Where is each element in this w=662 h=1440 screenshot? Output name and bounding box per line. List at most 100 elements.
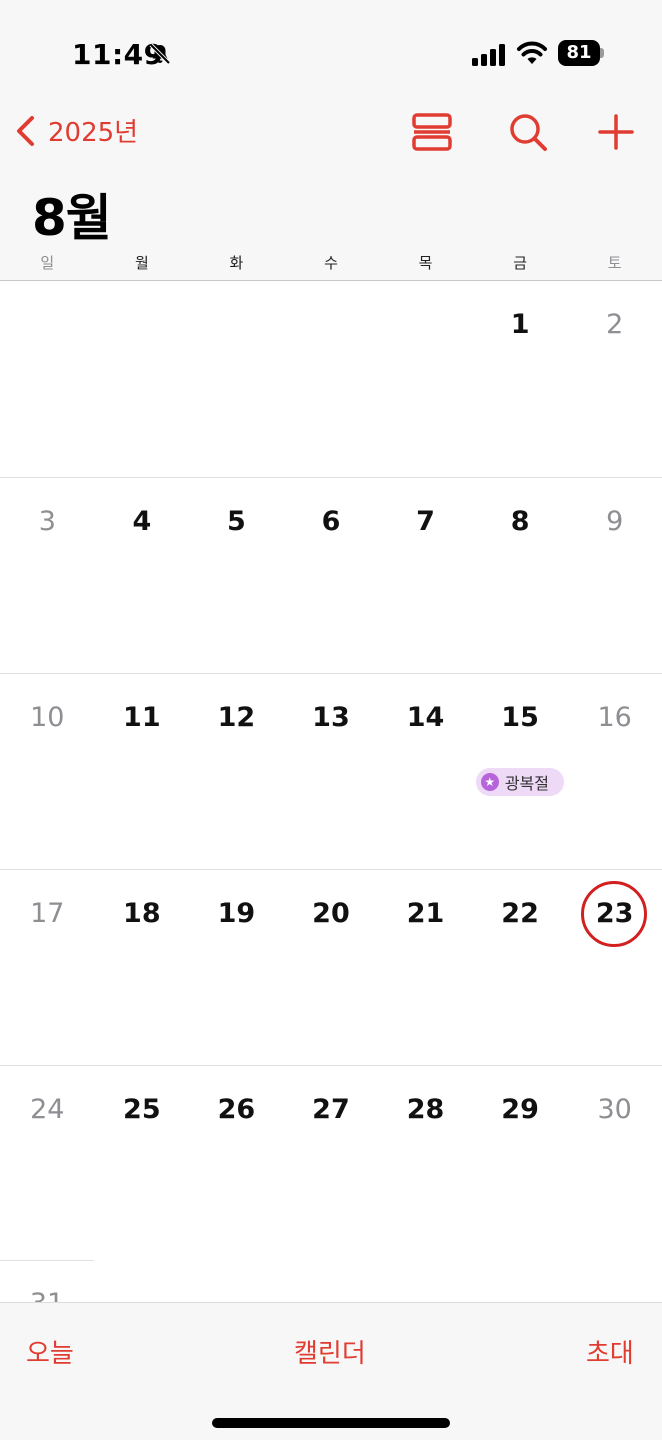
day-cell[interactable]: 6 [284,478,379,673]
day-number: 17 [30,898,65,929]
weekday-label: 화 [229,254,244,272]
day-cell[interactable]: 26 [189,1066,284,1261]
day-cell[interactable]: 13 [284,674,379,869]
weekday-label: 토 [607,254,622,272]
bell-slash-icon [149,43,171,65]
day-number: 8 [510,506,530,537]
list-view-icon[interactable] [410,110,454,154]
day-cell[interactable]: 15 ★ 광복절 [473,674,568,869]
weekday-label: 월 [134,254,149,272]
invitations-button[interactable]: 초대 [586,1333,634,1370]
day-cell[interactable]: 4 [95,478,190,673]
event-pill[interactable]: ★ 광복절 [475,768,564,796]
day-number: 25 [123,1094,161,1125]
weekday-header: 일 월 화 수 목 금 토 [0,252,662,280]
week-row: 24 25 26 27 28 29 30 [0,1065,662,1261]
day-cell[interactable]: 9 [567,478,662,673]
day-cell[interactable] [0,281,95,477]
day-number: 3 [38,506,56,537]
day-number: 24 [30,1094,65,1125]
day-number: 12 [217,702,256,733]
chevron-left-icon [17,115,34,146]
day-cell[interactable]: 7 [378,478,473,673]
day-cell[interactable]: 20 [284,870,379,1065]
day-number: 13 [312,702,350,733]
day-cell[interactable] [189,281,284,477]
day-cell[interactable]: 16 [567,674,662,869]
day-number: 7 [416,506,435,537]
day-cell[interactable]: 22 [473,870,568,1065]
day-cell[interactable]: 3 [0,478,95,673]
header-area: 11:49 81 2025년 8월 일 월 화 수 목 금 토 [0,0,662,281]
wifi-icon [517,41,547,64]
day-cell[interactable]: 19 [189,870,284,1065]
day-number: 28 [406,1094,445,1125]
home-indicator[interactable] [212,1418,450,1428]
day-number-partial[interactable]: 31 [0,1282,94,1302]
day-cell[interactable]: 10 [0,674,95,869]
search-icon[interactable] [506,110,550,154]
battery-icon: 81 [558,40,604,66]
day-number: 6 [321,506,341,537]
day-cell[interactable]: 18 [95,870,190,1065]
weekday-label: 수 [324,254,338,272]
weekday-label: 일 [40,254,55,272]
day-cell[interactable]: 1 [473,281,568,477]
day-number: 4 [132,506,152,537]
day-number-today: 23 [595,898,634,929]
day-cell[interactable] [95,281,190,477]
calendars-button[interactable]: 캘린더 [294,1333,366,1370]
cellular-signal-icon [472,44,505,66]
day-cell[interactable]: 24 [0,1066,95,1261]
day-number: 16 [597,702,632,733]
day-cell[interactable]: 30 [567,1066,662,1261]
day-number: 26 [217,1094,256,1125]
day-cell[interactable]: 29 [473,1066,568,1261]
day-number: 9 [606,506,624,537]
day-number: 21 [406,898,445,929]
day-cell[interactable]: 25 [95,1066,190,1261]
day-cell[interactable]: 27 [284,1066,379,1261]
day-number: 30 [597,1094,632,1125]
event-title: 광복절 [504,774,549,793]
day-cell[interactable] [378,281,473,477]
day-number: 5 [227,506,246,537]
day-cell[interactable]: 2 [567,281,662,477]
weekday-label: 목 [418,254,433,272]
day-number: 11 [123,702,161,733]
day-cell[interactable]: 14 [378,674,473,869]
battery-level: 81 [566,42,592,63]
weekday-label: 금 [513,254,527,272]
day-cell-today[interactable]: 23 [567,870,662,1065]
day-number: 15 [501,702,539,733]
day-number: 10 [30,702,65,733]
bottom-toolbar: 오늘 캘린더 초대 [0,1302,662,1440]
week-row: 3 4 5 6 7 8 9 [0,477,662,673]
day-cell[interactable]: 28 [378,1066,473,1261]
today-button[interactable]: 오늘 [26,1333,74,1370]
week-row: 10 11 12 13 14 15 ★ 광복절 16 [0,673,662,869]
status-bar: 11:49 81 [0,0,662,100]
day-cell[interactable]: 17 [0,870,95,1065]
day-cell[interactable]: 5 [189,478,284,673]
week-divider [0,1260,94,1261]
week-row: 1 2 [0,281,662,477]
day-cell[interactable]: 11 [95,674,190,869]
day-number: 20 [312,898,350,929]
back-label: 2025년 [48,118,139,148]
month-grid: 1 2 3 4 5 6 7 8 9 10 11 12 13 14 15 ★ 광복… [0,281,662,1261]
star-icon: ★ [480,773,499,791]
month-title: 8월 [32,189,112,247]
day-number: 29 [501,1094,539,1125]
day-number: 22 [501,898,539,929]
day-cell[interactable] [284,281,379,477]
day-cell[interactable]: 8 [473,478,568,673]
week-row: 17 18 19 20 21 22 23 [0,869,662,1065]
day-cell[interactable]: 21 [378,870,473,1065]
day-number: 18 [123,898,161,929]
back-to-year-button[interactable]: 2025년 [14,112,138,149]
day-number: 2 [606,309,624,340]
add-icon[interactable] [594,110,638,154]
day-number: 27 [312,1094,350,1125]
day-cell[interactable]: 12 [189,674,284,869]
